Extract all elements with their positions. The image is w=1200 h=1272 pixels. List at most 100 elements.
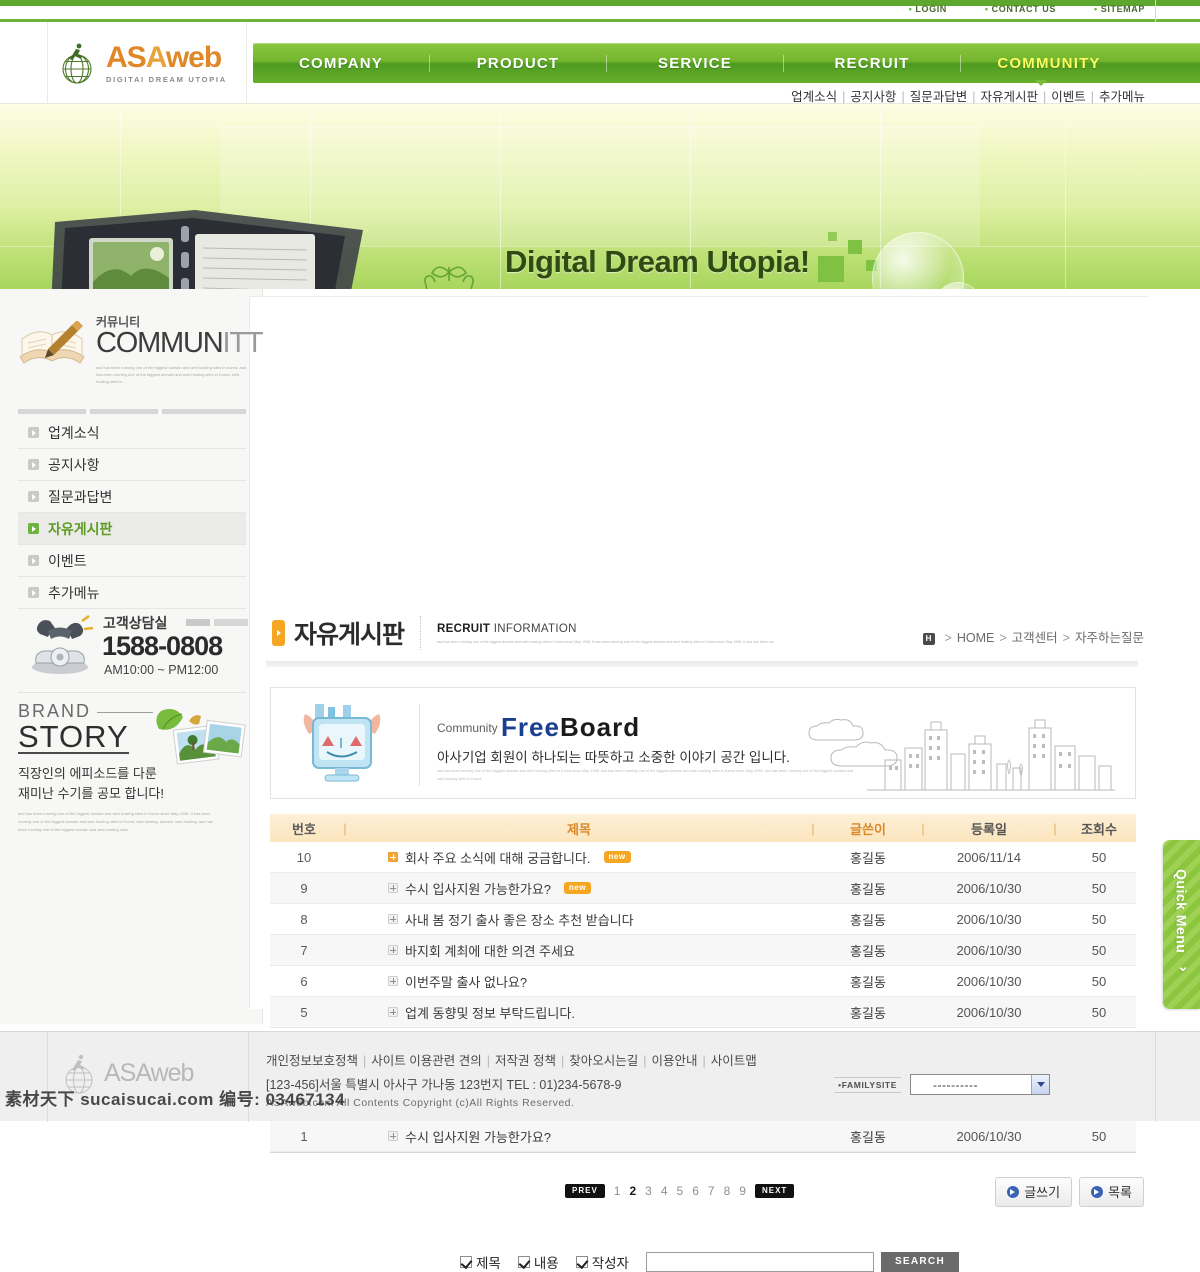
telephone-icon	[26, 611, 94, 677]
monitor-character-icon	[299, 704, 385, 784]
row-writer: 홍길동	[850, 912, 886, 928]
footer-link-sitemap[interactable]: 사이트맵	[711, 1054, 757, 1068]
table-row[interactable]: 10 회사 주요 소식에 대해 궁금합니다. new 홍길동 2006/11/14…	[270, 842, 1136, 873]
breadcrumb-item-home[interactable]: HOME	[957, 631, 995, 645]
sidebar-header: 커뮤니티 COMMUNITT asd has been running one …	[18, 299, 264, 404]
brand-story-box[interactable]: BRAND STORY 직장인의 에피소드를 다룬 재미난 수기를 공모 합니다…	[18, 701, 246, 833]
row-title[interactable]: 회사 주요 소식에 대해 궁금합니다. new	[352, 848, 806, 867]
sidebar-item-label: 추가메뉴	[48, 584, 100, 601]
subnav-item-event[interactable]: 이벤트	[1051, 90, 1086, 104]
footer-link-sep: |	[702, 1054, 706, 1068]
sidebar-item-industry-news[interactable]: 업계소식	[18, 417, 246, 449]
page-title: 자유게시판	[294, 621, 405, 649]
subnav-divider: |	[1042, 90, 1047, 104]
footer-link-privacy[interactable]: 개인정보보호정책	[266, 1054, 358, 1068]
table-header-title: 제목	[567, 821, 591, 837]
footer-logo-text: ASAweb	[104, 1058, 194, 1087]
subnav-item-industry-news[interactable]: 업계소식	[791, 90, 837, 104]
subnav-item-notice[interactable]: 공지사항	[850, 90, 896, 104]
arrow-circle-icon	[1091, 1185, 1104, 1198]
sidebar-fineprint: asd has been running one of the biggest …	[96, 365, 246, 385]
footer-links: 개인정보보호정책 | 사이트 이용관련 견의 | 저작권 정책 | 찾아오시는길 | 이용안내 |…	[266, 1050, 757, 1069]
nav-item-company[interactable]: COMPANY	[253, 55, 429, 72]
row-hits: 50	[1091, 1004, 1107, 1020]
row-date: 2006/10/30	[956, 1128, 1022, 1144]
page-number-9[interactable]: 9	[739, 1184, 746, 1198]
sidebar-item-qna[interactable]: 질문과답변	[18, 481, 246, 513]
chevron-right-icon: >	[1062, 631, 1070, 645]
row-no: 1	[300, 1128, 308, 1144]
cs-label: 고객상담실	[103, 615, 168, 631]
page-number-1[interactable]: 1	[614, 1184, 621, 1198]
row-title-text: 이번주말 출사 없나요?	[405, 974, 528, 990]
checkbox-writer[interactable]: 작성자	[575, 1252, 629, 1272]
sidebar-item-freeboard[interactable]: 자유게시판	[18, 513, 246, 545]
breadcrumb-item-faq: 자주하는질문	[1074, 631, 1144, 645]
checkbox-icon[interactable]	[575, 1256, 588, 1268]
subnav-item-more[interactable]: 추가메뉴	[1099, 90, 1145, 104]
table-row[interactable]: 1 수시 입사지원 가능한가요? 홍길동 2006/10/30 50	[270, 1121, 1136, 1152]
nav-item-recruit[interactable]: RECRUIT	[784, 55, 960, 72]
page-number-8[interactable]: 8	[724, 1184, 731, 1198]
table-row[interactable]: 9 수시 입사지원 가능한가요? new 홍길동 2006/10/30 50	[270, 873, 1136, 904]
familysite-label: •FAMILYSITE	[834, 1076, 901, 1093]
write-button[interactable]: 글쓰기	[995, 1177, 1073, 1207]
pagination-prev-button[interactable]: PREV	[565, 1184, 605, 1198]
row-title[interactable]: 이번주말 출사 없나요?	[352, 972, 806, 991]
sidebar-item-notice[interactable]: 공지사항	[18, 449, 246, 481]
table-row[interactable]: 6 이번주말 출사 없나요? 홍길동 2006/10/30 50	[270, 966, 1136, 997]
home-icon[interactable]: H	[922, 633, 935, 645]
row-title[interactable]: 수시 입사지원 가능한가요? new	[352, 879, 806, 898]
login-link[interactable]: • LOGIN	[909, 4, 947, 14]
familysite-dropdown[interactable]: ----------	[910, 1074, 1050, 1095]
chevron-down-icon[interactable]	[1031, 1075, 1049, 1094]
subnav-item-freeboard[interactable]: 자유게시판	[980, 90, 1038, 104]
sitemap-link[interactable]: • SITEMAP	[1094, 4, 1145, 14]
checkbox-icon[interactable]	[517, 1256, 530, 1268]
sidebar-item-more[interactable]: 추가메뉴	[18, 577, 246, 609]
sidebar-item-label: 업계소식	[48, 424, 100, 441]
logo[interactable]: ASAweb DIGITAI DREAM UTOPIA	[47, 22, 247, 104]
contact-us-link[interactable]: • CONTACT US	[985, 4, 1056, 14]
row-title-text: 회사 주요 소식에 대해 궁금합니다.	[405, 850, 591, 866]
pagination-next-button[interactable]: NEXT	[754, 1184, 795, 1198]
footer-link-site-inquiry[interactable]: 사이트 이용관련 견의	[371, 1054, 481, 1068]
breadcrumb-item-customer-center[interactable]: 고객센터	[1012, 631, 1058, 645]
row-title[interactable]: 업계 동향및 정보 부탁드립니다.	[352, 1003, 806, 1022]
nav-item-service[interactable]: SERVICE	[607, 55, 783, 72]
row-title[interactable]: 바지회 계최에 대한 의견 주세요	[352, 941, 806, 960]
page-number-6[interactable]: 6	[692, 1184, 699, 1198]
nav-item-product[interactable]: PRODUCT	[430, 55, 606, 72]
table-row[interactable]: 5 업계 동향및 정보 부탁드립니다. 홍길동 2006/10/30 50	[270, 997, 1136, 1028]
search-input[interactable]	[645, 1252, 874, 1272]
page-number-2[interactable]: 2	[629, 1184, 636, 1198]
page-number-7[interactable]: 7	[708, 1184, 715, 1198]
chevron-right-icon: >	[999, 631, 1007, 645]
subnav-item-qna[interactable]: 질문과답변	[910, 90, 968, 104]
footer-link-directions[interactable]: 찾아오시는길	[569, 1054, 638, 1068]
expand-icon	[388, 945, 398, 955]
footer-link-copyright-policy[interactable]: 저작권 정책	[495, 1054, 556, 1068]
footer-link-guide[interactable]: 이용안내	[651, 1054, 697, 1068]
row-title[interactable]: 수시 입사지원 가능한가요?	[352, 1127, 806, 1146]
checkbox-content[interactable]: 내용	[517, 1252, 559, 1272]
row-title[interactable]: 사내 봄 정기 출사 좋은 장소 추천 받습니다	[352, 910, 806, 929]
list-button[interactable]: 목록	[1079, 1177, 1144, 1207]
bullet-arrow-icon	[28, 523, 39, 534]
checkbox-icon[interactable]	[460, 1256, 472, 1268]
row-title-text: 수시 입사지원 가능한가요?	[405, 1129, 552, 1145]
new-badge: new	[564, 882, 592, 894]
page-number-4[interactable]: 4	[661, 1184, 668, 1198]
nav-item-community[interactable]: COMMUNITY	[961, 55, 1137, 72]
checkbox-title[interactable]: 제목	[460, 1252, 501, 1272]
page-number-5[interactable]: 5	[677, 1184, 684, 1198]
table-row[interactable]: 8 사내 봄 정기 출사 좋은 장소 추천 받습니다 홍길동 2006/10/3…	[270, 904, 1136, 935]
row-no: 10	[296, 849, 312, 865]
search-button[interactable]: SEARCH	[880, 1252, 959, 1272]
table-header-sep: |	[811, 820, 815, 836]
quick-menu-tab[interactable]: Quick Menu ⌄	[1163, 840, 1200, 1009]
globe-runner-icon	[56, 38, 98, 88]
table-row[interactable]: 7 바지회 계최에 대한 의견 주세요 홍길동 2006/10/30 50	[270, 935, 1136, 966]
sidebar-item-event[interactable]: 이벤트	[18, 545, 246, 577]
page-number-3[interactable]: 3	[645, 1184, 652, 1198]
